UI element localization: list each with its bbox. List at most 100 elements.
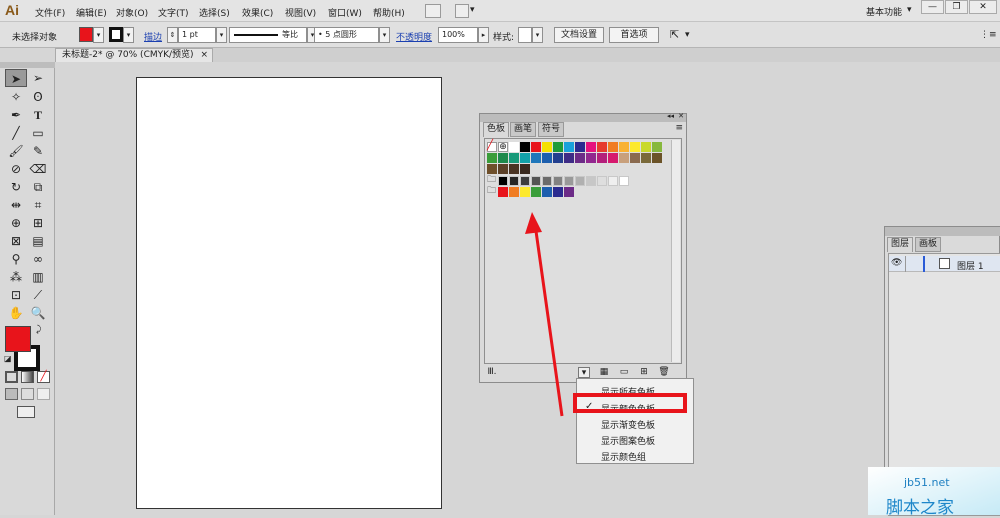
opacity-field[interactable]: 100%	[438, 27, 478, 43]
new-group-icon[interactable]: ▭	[618, 367, 630, 378]
magic-wand-tool-icon[interactable]: ✧	[5, 88, 27, 106]
registration-swatch-icon[interactable]: ⊕	[498, 142, 508, 152]
more-options-icon[interactable]: ▾	[685, 30, 690, 40]
visibility-eye-icon[interactable]: 👁	[891, 258, 902, 268]
document-tab[interactable]: 未标题-2* @ 70% (CMYK/预览) ×	[55, 48, 213, 62]
color-swatch[interactable]	[520, 164, 530, 174]
color-swatch[interactable]	[630, 153, 640, 163]
layers-panel-header[interactable]	[885, 227, 1000, 236]
style-dropdown-icon[interactable]: ▾	[532, 27, 543, 43]
color-swatch[interactable]	[542, 142, 552, 152]
color-swatch[interactable]	[608, 153, 618, 163]
none-mode-icon[interactable]: ╱	[37, 371, 50, 383]
stroke-weight-stepper[interactable]: ⇕	[167, 27, 178, 43]
gray-swatch[interactable]	[575, 176, 585, 186]
menu-select[interactable]: 选择(S)	[199, 6, 230, 19]
color-swatch[interactable]	[509, 153, 519, 163]
color-swatch[interactable]	[487, 153, 497, 163]
fill-dropdown-icon[interactable]: ▾	[93, 27, 104, 43]
menu-edit[interactable]: 编辑(E)	[76, 6, 107, 19]
artboard-tool-icon[interactable]: ⊡	[5, 286, 27, 304]
group-color-swatch[interactable]	[542, 187, 552, 197]
eyedropper-tool-icon[interactable]: ⚲	[5, 250, 27, 268]
selection-tool-icon[interactable]: ➤	[5, 69, 27, 87]
rectangle-tool-icon[interactable]: ▭	[27, 124, 49, 142]
color-swatch[interactable]	[498, 164, 508, 174]
gray-swatch[interactable]	[597, 176, 607, 186]
control-panel-menu-icon[interactable]: ⋮≡	[980, 30, 997, 40]
default-colors-icon[interactable]: ◪	[4, 354, 12, 363]
close-panel-icon[interactable]: ✕	[678, 112, 684, 120]
symbol-sprayer-tool-icon[interactable]: ⁂	[5, 268, 27, 286]
collapse-panel-icon[interactable]: ◂◂	[667, 112, 674, 120]
close-window-button[interactable]: ✕	[969, 0, 997, 14]
gray-swatch[interactable]	[619, 176, 629, 186]
color-swatch[interactable]	[509, 142, 519, 152]
color-swatch[interactable]	[509, 164, 519, 174]
color-swatch[interactable]	[564, 142, 574, 152]
group-color-swatch[interactable]	[564, 187, 574, 197]
new-swatch-icon[interactable]: ⊞	[638, 367, 650, 378]
hand-tool-icon[interactable]: ✋	[5, 304, 27, 322]
rotate-tool-icon[interactable]: ↻	[5, 178, 27, 196]
menu-show-color-groups[interactable]: 显示颜色组	[601, 450, 646, 463]
scale-tool-icon[interactable]: ⧉	[27, 178, 49, 196]
draw-inside-icon[interactable]	[37, 388, 50, 400]
color-mode-icon[interactable]	[5, 371, 18, 383]
group-color-swatch[interactable]	[520, 187, 530, 197]
isolation-icon[interactable]: ⇱	[670, 28, 679, 41]
group-color-swatch[interactable]	[498, 187, 508, 197]
opacity-dropdown-icon[interactable]: ▸	[478, 27, 489, 43]
menu-show-pattern-swatches[interactable]: 显示图案色板	[601, 434, 655, 447]
brush-dropdown-icon[interactable]: ▾	[379, 27, 390, 43]
bridge-icon[interactable]	[425, 4, 441, 18]
color-swatch[interactable]	[575, 142, 585, 152]
stroke-weight-field[interactable]: 1 pt	[178, 27, 216, 43]
group-color-swatch[interactable]	[553, 187, 563, 197]
draw-normal-icon[interactable]	[5, 388, 18, 400]
color-swatch[interactable]	[520, 153, 530, 163]
gray-swatch[interactable]	[520, 176, 530, 186]
swatch-scrollbar[interactable]	[671, 140, 680, 362]
color-swatch[interactable]	[619, 153, 629, 163]
none-swatch-icon[interactable]: ╱	[487, 140, 497, 152]
swap-colors-icon[interactable]: ⤸	[36, 325, 41, 335]
color-swatch[interactable]	[586, 142, 596, 152]
swatch-options-icon[interactable]: ▦	[598, 367, 610, 378]
draw-behind-icon[interactable]	[21, 388, 34, 400]
blob-brush-tool-icon[interactable]: ⊘	[5, 160, 27, 178]
swatches-panel-header[interactable]: ◂◂ ✕	[480, 112, 686, 122]
mesh-tool-icon[interactable]: ⊠	[5, 232, 27, 250]
paintbrush-tool-icon[interactable]: 🖌	[5, 142, 27, 160]
arrange-dropdown-icon[interactable]: ▾	[470, 5, 475, 15]
free-transform-tool-icon[interactable]: ⌗	[27, 196, 49, 214]
show-kind-icon[interactable]: ▾	[578, 367, 590, 378]
variable-width-profile[interactable]: 等比	[229, 27, 307, 43]
library-icon[interactable]: Ⅲ.	[486, 367, 498, 378]
type-tool-icon[interactable]: T	[27, 106, 49, 124]
direct-selection-tool-icon[interactable]: ➢	[27, 69, 49, 87]
color-swatch[interactable]	[586, 153, 596, 163]
fill-color-box[interactable]	[5, 326, 31, 352]
tab-brushes[interactable]: 画笔	[510, 122, 537, 137]
column-graph-tool-icon[interactable]: ▥	[27, 268, 49, 286]
menu-help[interactable]: 帮助(H)	[373, 6, 405, 19]
gray-swatch[interactable]	[608, 176, 618, 186]
color-swatch[interactable]	[553, 142, 563, 152]
brush-definition[interactable]: • 5 点圆形	[314, 27, 379, 43]
line-tool-icon[interactable]: ╱	[5, 124, 27, 142]
gray-swatch[interactable]	[586, 176, 596, 186]
panel-menu-icon[interactable]: ≡	[675, 123, 683, 133]
menu-view[interactable]: 视图(V)	[285, 6, 316, 19]
tools-panel-grip[interactable]	[0, 62, 55, 68]
group-color-swatch[interactable]	[509, 187, 519, 197]
opacity-panel-link[interactable]: 不透明度	[396, 30, 432, 43]
color-swatch[interactable]	[619, 142, 629, 152]
gradient-mode-icon[interactable]	[21, 371, 34, 383]
blend-tool-icon[interactable]: ∞	[27, 250, 49, 268]
graphic-style-swatch[interactable]	[518, 27, 532, 43]
gray-swatch[interactable]	[564, 176, 574, 186]
tab-artboards[interactable]: 画板	[915, 237, 942, 252]
pen-tool-icon[interactable]: ✒	[5, 106, 27, 124]
color-swatch[interactable]	[652, 153, 662, 163]
